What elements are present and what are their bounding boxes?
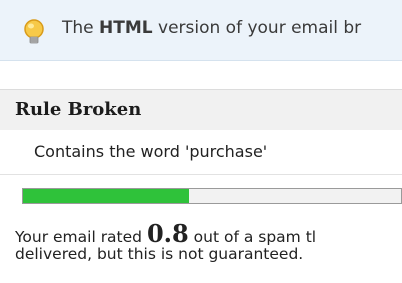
spacer (0, 61, 402, 89)
rule-row: Contains the word 'purchase' (0, 130, 402, 175)
notice-prefix: The (62, 18, 100, 38)
rule-header: Rule Broken (0, 89, 402, 131)
result-suffix: out of a spam tl (188, 228, 317, 246)
spam-score-meter (22, 188, 402, 204)
rule-header-label: Rule Broken (15, 99, 142, 120)
spam-score-meter-fill (23, 189, 190, 203)
notice-suffix: version of your email br (152, 18, 362, 38)
rule-item-text: Contains the word 'purchase' (34, 142, 268, 161)
spam-score: 0.8 (146, 219, 189, 248)
result-line-2: delivered, but this is not guaranteed. (15, 245, 304, 263)
notice-text: The HTML version of your email br (62, 18, 361, 38)
notice-emphasis: HTML (99, 18, 153, 38)
lightbulb-icon (22, 18, 46, 48)
result-line-1: Your email rated 0.8 out of a spam tl (15, 222, 402, 246)
result-text: Your email rated 0.8 out of a spam tl de… (15, 222, 402, 263)
result-prefix: Your email rated (15, 228, 147, 246)
notice-bar: The HTML version of your email br (0, 0, 402, 61)
